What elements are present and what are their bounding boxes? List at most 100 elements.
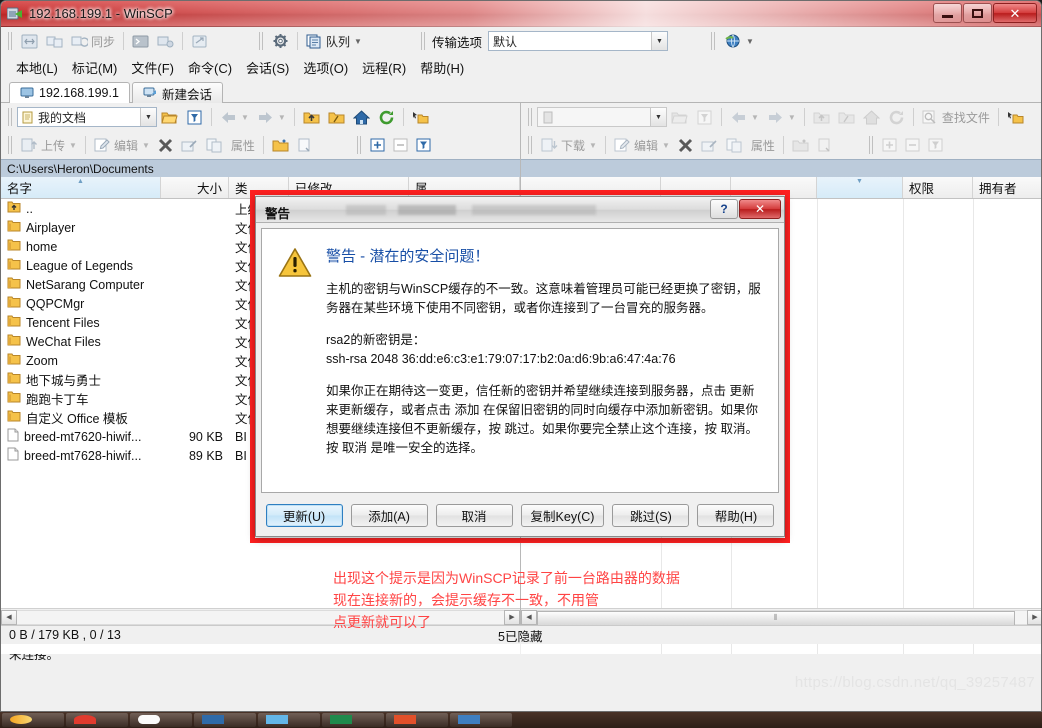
nav-grip[interactable] <box>528 108 534 126</box>
chevron-down-icon[interactable]: ▼ <box>589 141 597 150</box>
open-directory-button[interactable] <box>667 106 692 128</box>
add-bookmark-button[interactable] <box>1003 106 1028 128</box>
actions-grip[interactable] <box>8 136 14 154</box>
chevron-down-icon[interactable]: ▼ <box>650 108 666 126</box>
menu-help[interactable]: 帮助(H) <box>413 56 471 79</box>
properties-button[interactable]: 属性 <box>747 134 779 156</box>
synchronize-dirs-button[interactable] <box>42 30 67 52</box>
taskbar-item[interactable] <box>322 713 384 727</box>
skip-button[interactable]: 跳过(S) <box>612 503 690 527</box>
column-size[interactable] <box>661 177 731 198</box>
back-button[interactable]: ▼ <box>216 106 253 128</box>
filter-button[interactable] <box>692 106 717 128</box>
transfer-options-select[interactable]: 默认 ▼ <box>487 31 668 51</box>
column-name[interactable]: ▲ 名字 <box>1 177 161 198</box>
column-size[interactable]: 大小 <box>161 177 229 198</box>
select-plus-button[interactable] <box>366 134 389 156</box>
dialog-help-button[interactable]: ? <box>710 199 738 219</box>
column-rights[interactable]: 权限 <box>903 177 973 198</box>
taskbar-start-button[interactable] <box>2 713 64 727</box>
taskbar-item[interactable] <box>194 713 256 727</box>
scroll-left-button[interactable]: ◀ <box>1 609 17 625</box>
chevron-down-icon[interactable]: ▼ <box>662 141 670 150</box>
duplicate-button[interactable] <box>722 134 747 156</box>
toolbar-grip-2[interactable] <box>259 32 266 50</box>
taskbar-item[interactable] <box>66 713 128 727</box>
column-modified[interactable]: 已修改 <box>289 177 409 198</box>
add-bookmark-button[interactable] <box>408 106 433 128</box>
globe-button[interactable]: ▼ <box>720 30 758 52</box>
toolbar-grip-3[interactable] <box>420 32 427 50</box>
rename-button[interactable] <box>177 134 202 156</box>
parent-directory-button[interactable] <box>809 106 834 128</box>
open-directory-button[interactable] <box>157 106 182 128</box>
minimize-button[interactable] <box>933 3 962 23</box>
parent-directory-button[interactable] <box>299 106 324 128</box>
synchronize-browsing-button[interactable] <box>17 30 42 52</box>
duplicate-button[interactable] <box>202 134 227 156</box>
close-button[interactable]: ✕ <box>993 3 1037 23</box>
select-filter-button[interactable] <box>924 134 947 156</box>
taskbar-item[interactable] <box>258 713 320 727</box>
refresh-button[interactable] <box>884 106 909 128</box>
root-directory-button[interactable] <box>324 106 349 128</box>
menu-options[interactable]: 选项(O) <box>296 56 355 79</box>
create-file-button[interactable] <box>293 134 318 156</box>
edit-button[interactable]: 编辑 ▼ <box>610 134 674 156</box>
column-owner[interactable]: 拥有者 <box>973 177 1041 198</box>
copy-key-button[interactable]: 复制Key(C) <box>520 503 605 527</box>
forward-button[interactable]: ▼ <box>763 106 800 128</box>
create-directory-button[interactable] <box>788 134 813 156</box>
synchronize-button[interactable]: 同步 <box>67 30 119 52</box>
dialog-close-button[interactable]: ✕ <box>739 199 781 219</box>
column-modified[interactable]: ▼ <box>817 177 903 198</box>
refresh-button[interactable] <box>374 106 399 128</box>
chevron-down-icon[interactable]: ▼ <box>278 113 286 122</box>
tab-new-session[interactable]: 新建会话 <box>131 82 223 103</box>
edit-button[interactable]: 编辑 ▼ <box>90 134 154 156</box>
menu-mark[interactable]: 标记(M) <box>65 56 125 79</box>
taskbar-item[interactable] <box>386 713 448 727</box>
create-directory-button[interactable] <box>268 134 293 156</box>
filter-button[interactable] <box>182 106 207 128</box>
window-titlebar[interactable]: 192.168.199.1 - WinSCP ✕ <box>1 1 1041 27</box>
tab-session-192-168-199-1[interactable]: 192.168.199.1 <box>9 82 130 103</box>
home-directory-button[interactable] <box>859 106 884 128</box>
delete-button[interactable] <box>154 134 177 156</box>
taskbar-item[interactable] <box>130 713 192 727</box>
menu-remote[interactable]: 远程(R) <box>355 56 413 79</box>
select-grip[interactable] <box>868 136 875 154</box>
update-button[interactable]: 更新(U) <box>265 503 343 527</box>
help-button[interactable]: 帮助(H) <box>697 503 775 527</box>
open-putty-button[interactable] <box>153 30 178 52</box>
column-changed[interactable] <box>731 177 817 198</box>
create-file-button[interactable] <box>813 134 838 156</box>
select-plus-button[interactable] <box>878 134 901 156</box>
select-minus-button[interactable] <box>389 134 412 156</box>
menu-commands[interactable]: 命令(C) <box>181 56 239 79</box>
column-name[interactable] <box>521 177 661 198</box>
rename-button[interactable] <box>697 134 722 156</box>
refresh-session-button[interactable] <box>187 30 212 52</box>
select-minus-button[interactable] <box>901 134 924 156</box>
chevron-down-icon[interactable]: ▼ <box>140 108 156 126</box>
maximize-button[interactable] <box>963 3 992 23</box>
upload-button[interactable]: 上传 ▼ <box>17 134 81 156</box>
actions-grip[interactable] <box>528 136 534 154</box>
local-path-bar[interactable]: C:\Users\Heron\Documents <box>1 159 520 177</box>
select-filter-button[interactable] <box>412 134 435 156</box>
dialog-titlebar[interactable]: 警告 ? ✕ <box>256 197 784 223</box>
chevron-down-icon[interactable]: ▼ <box>241 113 249 122</box>
delete-button[interactable] <box>674 134 697 156</box>
remote-path-bar[interactable] <box>521 159 1041 177</box>
chevron-down-icon[interactable]: ▼ <box>751 113 759 122</box>
menu-files[interactable]: 文件(F) <box>124 56 181 79</box>
column-attributes[interactable]: 属 <box>409 177 520 198</box>
add-button[interactable]: 添加(A) <box>350 503 428 527</box>
chevron-down-icon[interactable]: ▼ <box>142 141 150 150</box>
chevron-down-icon[interactable]: ▼ <box>354 37 362 46</box>
remote-drive-select[interactable]: ▼ <box>537 107 667 127</box>
local-drive-select[interactable]: 我的文档 ▼ <box>17 107 157 127</box>
column-type[interactable]: 类 <box>229 177 289 198</box>
select-grip[interactable] <box>356 136 363 154</box>
